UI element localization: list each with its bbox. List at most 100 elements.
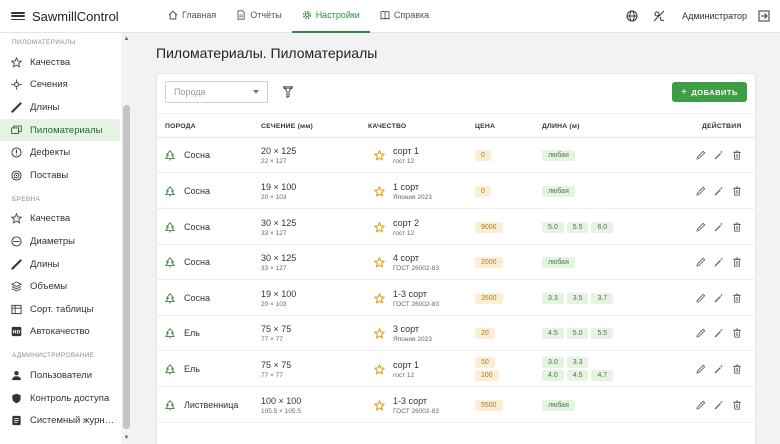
sidebar-item[interactable]: Объемы	[0, 275, 120, 298]
table-row[interactable]: Сосна 19 × 100 20 × 103 1-3 сорт ГОСТ 26002-…	[157, 281, 757, 317]
length-cell: 4.5 5.0 5.5	[542, 316, 614, 350]
species-select[interactable]: Порода	[165, 81, 268, 103]
delete-trash-icon[interactable]	[731, 293, 742, 304]
sidebar-item[interactable]: Дефекты	[0, 141, 120, 164]
add-button[interactable]: + ДОБАВИТЬ	[672, 82, 747, 102]
section-nominal: 19 × 100	[261, 181, 297, 192]
section-actual: 20 × 103	[261, 193, 287, 201]
nav-tab-3[interactable]: Справка	[370, 0, 439, 33]
column-header-length[interactable]: ДЛИНА (м)	[542, 114, 580, 139]
magic-wand-icon[interactable]	[713, 364, 724, 375]
table-row[interactable]: Ель 75 × 75 77 × 77 3 сорт Япония 2023 20 4.5 5…	[157, 316, 757, 352]
page-title: Пиломатериалы. Пиломатериалы	[156, 45, 378, 61]
theme-toggle-icon[interactable]	[645, 0, 672, 33]
species-name: Сосна	[184, 150, 210, 161]
column-header-section[interactable]: СЕЧЕНИЕ (мм)	[261, 114, 313, 139]
hamburger-menu-icon[interactable]	[11, 9, 25, 23]
delete-trash-icon[interactable]	[731, 186, 742, 197]
magic-wand-icon[interactable]	[713, 328, 724, 339]
species-name: Сосна	[184, 222, 210, 233]
table-row[interactable]: Сосна 19 × 100 20 × 103 1 сорт Япония 2023 0 л…	[157, 174, 757, 210]
sidebar-item[interactable]: Качества	[0, 208, 120, 231]
table-row[interactable]: Ель 75 × 75 77 × 77 сорт 1 гост 12 50 100 3.0 3.…	[157, 352, 757, 388]
tree-icon	[165, 363, 175, 375]
sidebar-item-label: Контроль доступа	[30, 392, 110, 404]
price-badge: 100	[475, 370, 499, 382]
magic-wand-icon[interactable]	[713, 293, 724, 304]
column-header-quality[interactable]: КАЧЕСТВО	[368, 114, 406, 139]
column-header-price[interactable]: ЦЕНА	[475, 114, 495, 139]
magic-wand-icon[interactable]	[713, 150, 724, 161]
edit-pencil-icon[interactable]	[695, 400, 706, 411]
nav-tab-0[interactable]: Главная	[158, 0, 226, 33]
language-globe-icon[interactable]	[618, 0, 645, 33]
filter-icon[interactable]	[281, 84, 295, 100]
edit-pencil-icon[interactable]	[695, 364, 706, 375]
sidebar-item-label: Сорт. таблицы	[30, 303, 94, 315]
edit-pencil-icon[interactable]	[695, 222, 706, 233]
delete-trash-icon[interactable]	[731, 150, 742, 161]
section-cell: 19 × 100 20 × 103	[261, 281, 296, 315]
table-row[interactable]: Сосна 20 × 125 22 × 127 сорт 1 гост 12 0 любая	[157, 138, 757, 174]
table-row[interactable]: Сосна 30 × 125 33 × 127 4 сорт ГОСТ 26002-83…	[157, 245, 757, 281]
delete-trash-icon[interactable]	[731, 364, 742, 375]
user-name[interactable]: Администратор	[682, 11, 747, 21]
section-cell: 100 × 100 105.5 × 105.5	[261, 388, 301, 422]
edit-pencil-icon[interactable]	[695, 328, 706, 339]
sidebar-item[interactable]: Длины	[0, 96, 120, 119]
nav-tab-2[interactable]: Настройки	[291, 0, 370, 33]
nav-tab-1[interactable]: Отчёты	[226, 0, 291, 33]
magic-wand-icon[interactable]	[713, 400, 724, 411]
chevron-down-icon	[253, 90, 259, 94]
sidebar-item-label: Автокачество	[30, 326, 90, 338]
sidebar-item[interactable]: Сорт. таблицы	[0, 298, 120, 321]
section-nominal: 19 × 100	[261, 288, 297, 299]
delete-trash-icon[interactable]	[731, 257, 742, 268]
magic-wand-icon[interactable]	[713, 257, 724, 268]
sidebar-item[interactable]: Длины	[0, 253, 120, 276]
actions-cell	[695, 210, 742, 244]
logout-icon[interactable]	[754, 0, 774, 33]
delete-trash-icon[interactable]	[731, 400, 742, 411]
sidebar-item[interactable]: Пользователи	[0, 364, 120, 387]
scrollbar-thumb[interactable]	[123, 105, 130, 429]
star-icon	[374, 221, 385, 233]
sidebar-item-label: Объемы	[30, 281, 68, 293]
sidebar-scrollbar[interactable]: ▲ ▼	[121, 33, 132, 444]
edit-pencil-icon[interactable]	[695, 257, 706, 268]
quality-standard: гост 12	[393, 229, 415, 237]
sidebar-item[interactable]: Диаметры	[0, 230, 120, 253]
scroll-up-arrow-icon[interactable]: ▲	[123, 35, 130, 43]
sidebar-item[interactable]: Контроль доступа	[0, 387, 120, 410]
length-chip: любая	[542, 185, 575, 197]
delete-trash-icon[interactable]	[731, 222, 742, 233]
sidebar-item-label: Качества	[30, 56, 71, 68]
sidebar-item[interactable]: Пиломатериалы	[0, 118, 120, 142]
sidebar-item-label: Качества	[30, 213, 71, 225]
sidebar-item[interactable]: Качества	[0, 51, 120, 74]
scroll-down-arrow-icon[interactable]: ▼	[123, 434, 130, 442]
price-cell: 9000	[475, 210, 503, 244]
species-cell: Сосна	[165, 174, 210, 208]
sidebar-menu: ПИЛОМАТЕРИАЛЫ Качества Сечения Длины Пиломат…	[0, 33, 120, 444]
section-nominal: 75 × 75	[261, 323, 292, 334]
sidebar-item[interactable]: Сечения	[0, 74, 120, 97]
sidebar-item[interactable]: Системный журн…	[0, 409, 120, 432]
sidebar-item[interactable]: Поставы	[0, 164, 120, 187]
table-row[interactable]: Сосна 30 × 125 33 × 127 сорт 2 гост 12 9000 5.…	[157, 210, 757, 246]
edit-pencil-icon[interactable]	[695, 150, 706, 161]
species-select-placeholder: Порода	[174, 87, 206, 97]
edit-pencil-icon[interactable]	[695, 186, 706, 197]
magic-wand-icon[interactable]	[713, 186, 724, 197]
table-row[interactable]: Лиственница 100 × 100 105.5 × 105.5 1-3 сор…	[157, 388, 757, 424]
sidebar-item[interactable]: HD Автокачество	[0, 321, 120, 344]
nav-tab-label: Справка	[393, 10, 430, 20]
edit-pencil-icon[interactable]	[695, 293, 706, 304]
magic-wand-icon[interactable]	[713, 222, 724, 233]
length-chip: 4.5	[566, 370, 589, 382]
column-header-species[interactable]: ПОРОДА	[165, 114, 196, 139]
star-icon	[374, 185, 385, 197]
section-nominal: 30 × 125	[261, 217, 297, 228]
delete-trash-icon[interactable]	[731, 328, 742, 339]
plus-icon: +	[681, 86, 688, 98]
